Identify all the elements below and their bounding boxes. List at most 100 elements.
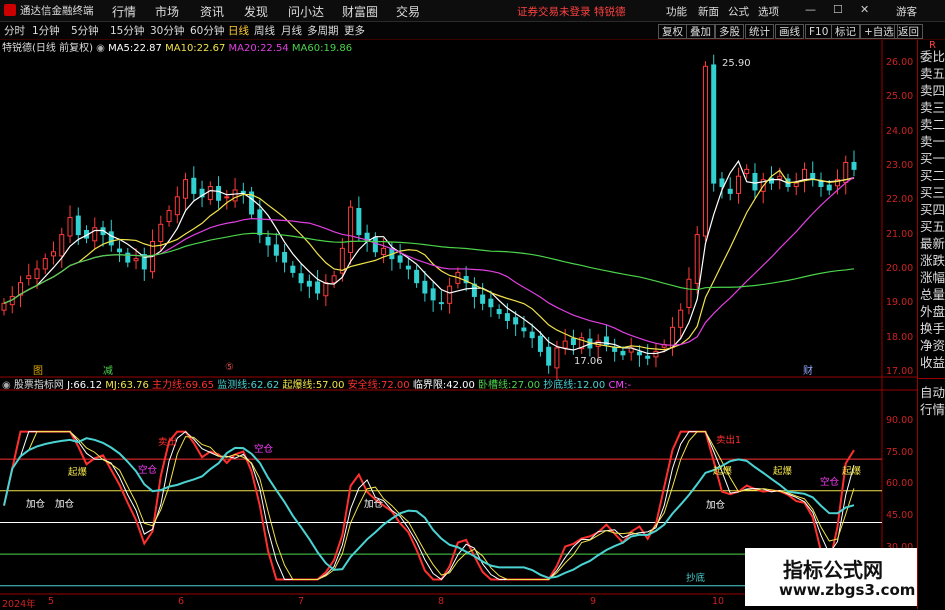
ma10-value: 22.67 xyxy=(196,43,226,54)
candle xyxy=(34,268,40,280)
candle xyxy=(348,206,354,253)
rp-maiwu[interactable]: 卖五 xyxy=(919,65,945,82)
maximize-icon[interactable]: ☐ xyxy=(833,3,843,16)
ma-lines-group xyxy=(3,159,855,355)
price-chart[interactable] xyxy=(0,40,917,609)
period-weekly[interactable]: 周线 xyxy=(254,23,275,39)
menu-item-caifuquan[interactable]: 财富圈 xyxy=(342,3,378,20)
ma-toggle-icon[interactable]: ◉ xyxy=(96,43,108,54)
candle xyxy=(232,189,238,202)
signal-qibao-4: 起爆 xyxy=(842,466,862,477)
candle xyxy=(298,273,304,284)
indicator-tick-label: 60.00 xyxy=(886,478,914,490)
candle xyxy=(51,251,57,257)
btn-huaxian[interactable]: 画线 xyxy=(775,24,804,39)
btn-fanhui[interactable]: 返回 xyxy=(894,24,923,39)
candle xyxy=(158,223,164,242)
candle xyxy=(777,175,783,180)
period-1min[interactable]: 1分钟 xyxy=(32,23,60,39)
rp-zuixin[interactable]: 最新 xyxy=(919,235,945,252)
rp-buywu[interactable]: 买五 xyxy=(919,218,945,235)
close-icon[interactable]: ✕ xyxy=(860,3,869,16)
menu-item-xinmian[interactable]: 新面 xyxy=(698,4,719,19)
candle xyxy=(381,247,387,256)
btn-fuquan[interactable]: 复权 xyxy=(658,24,687,39)
rp-weibi[interactable]: 委比 xyxy=(919,48,945,65)
candle xyxy=(719,178,725,188)
period-15min[interactable]: 15分钟 xyxy=(110,23,144,39)
candle xyxy=(174,196,180,216)
minimize-icon[interactable]: — xyxy=(805,3,816,16)
period-daily[interactable]: 日线 xyxy=(228,23,249,39)
period-fenshi[interactable]: 分时 xyxy=(4,23,25,39)
period-more[interactable]: 更多 xyxy=(344,23,365,39)
rp-buysan[interactable]: 买三 xyxy=(919,184,945,201)
candle xyxy=(125,252,131,263)
candle xyxy=(26,275,32,280)
candle xyxy=(694,234,700,284)
rp-zongliang[interactable]: 总量 xyxy=(919,286,945,303)
menu-item-zixun[interactable]: 资讯 xyxy=(200,3,224,20)
candle xyxy=(686,278,692,308)
candle xyxy=(752,172,758,191)
rp-maiyi[interactable]: 卖一 xyxy=(919,133,945,150)
period-multi[interactable]: 多周期 xyxy=(307,23,339,39)
menu-item-gongshi[interactable]: 公式 xyxy=(728,4,749,19)
period-60min[interactable]: 60分钟 xyxy=(190,23,224,39)
ma60-label: MA60: xyxy=(291,43,324,54)
btn-duogu[interactable]: 多股 xyxy=(715,24,744,39)
signal-qibao-3: 起爆 xyxy=(773,466,793,477)
period-30min[interactable]: 30分钟 xyxy=(150,23,184,39)
rp-waipan[interactable]: 外盘 xyxy=(919,303,945,320)
candle xyxy=(414,269,420,284)
btn-f10[interactable]: F10 xyxy=(805,24,833,39)
menu-item-jiaoyi[interactable]: 交易 xyxy=(396,3,420,20)
btn-biaoji[interactable]: 标记 xyxy=(831,24,860,39)
menu-item-faxian[interactable]: 发现 xyxy=(244,3,268,20)
rp-hangqing[interactable]: 行情 xyxy=(919,401,945,418)
rp-jingzi[interactable]: 净资 xyxy=(919,337,945,354)
indicator-name[interactable]: 股票指标网 xyxy=(14,380,64,391)
btn-diejia[interactable]: 叠加 xyxy=(686,24,715,39)
candle xyxy=(75,215,81,236)
rp-huanshou[interactable]: 换手 xyxy=(919,320,945,337)
event-mark-cai[interactable]: 财 xyxy=(803,362,813,377)
rp-maisi[interactable]: 卖四 xyxy=(919,82,945,99)
candle xyxy=(430,288,436,301)
rp-buyyi[interactable]: 买一 xyxy=(919,150,945,167)
period-5min[interactable]: 5分钟 xyxy=(71,23,99,39)
rp-buysi[interactable]: 买四 xyxy=(919,201,945,218)
candle xyxy=(620,350,626,356)
rp-shouyi[interactable]: 收益 xyxy=(919,354,945,371)
period-monthly[interactable]: 月线 xyxy=(281,23,302,39)
candle xyxy=(166,210,172,223)
event-mark-5[interactable]: ⑤ xyxy=(225,362,234,373)
login-notice[interactable]: 证券交易未登录 xyxy=(517,4,591,19)
event-mark-jian[interactable]: 减 xyxy=(103,362,113,377)
menu-item-xuanxiang[interactable]: 选项 xyxy=(758,4,779,19)
candle xyxy=(480,294,486,304)
stock-tag[interactable]: 特锐德 xyxy=(594,4,626,19)
menu-item-wenxiaoda[interactable]: 问小达 xyxy=(288,3,324,20)
ma10-line xyxy=(3,169,855,351)
event-mark-tu[interactable]: 图 xyxy=(33,362,43,377)
candle xyxy=(546,346,552,366)
btn-tongji[interactable]: 统计 xyxy=(745,24,774,39)
price-tick-label: 18.00 xyxy=(886,331,914,343)
indicator-toggle-icon[interactable]: ◉ xyxy=(2,380,14,391)
candle xyxy=(793,182,799,188)
rp-zhangfu[interactable]: 涨幅 xyxy=(919,269,945,286)
menu-item-hangqing[interactable]: 行情 xyxy=(112,3,136,20)
rp-maisan[interactable]: 卖三 xyxy=(919,99,945,116)
rp-buyer[interactable]: 买二 xyxy=(919,167,945,184)
menu-item-shichang[interactable]: 市场 xyxy=(155,3,179,20)
rp-zhangdie[interactable]: 涨跌 xyxy=(919,252,945,269)
candle xyxy=(735,175,741,194)
candle xyxy=(1,302,7,311)
rp-zidong[interactable]: 自动 xyxy=(919,384,945,401)
rp-maier[interactable]: 卖二 xyxy=(919,116,945,133)
menu-item-gongneng[interactable]: 功能 xyxy=(666,4,687,19)
btn-zixuan[interactable]: +自选 xyxy=(860,24,898,39)
watermark-box: 指标公式网 www.zbgs3.com xyxy=(745,548,917,606)
guest-label[interactable]: 游客 xyxy=(896,4,917,19)
